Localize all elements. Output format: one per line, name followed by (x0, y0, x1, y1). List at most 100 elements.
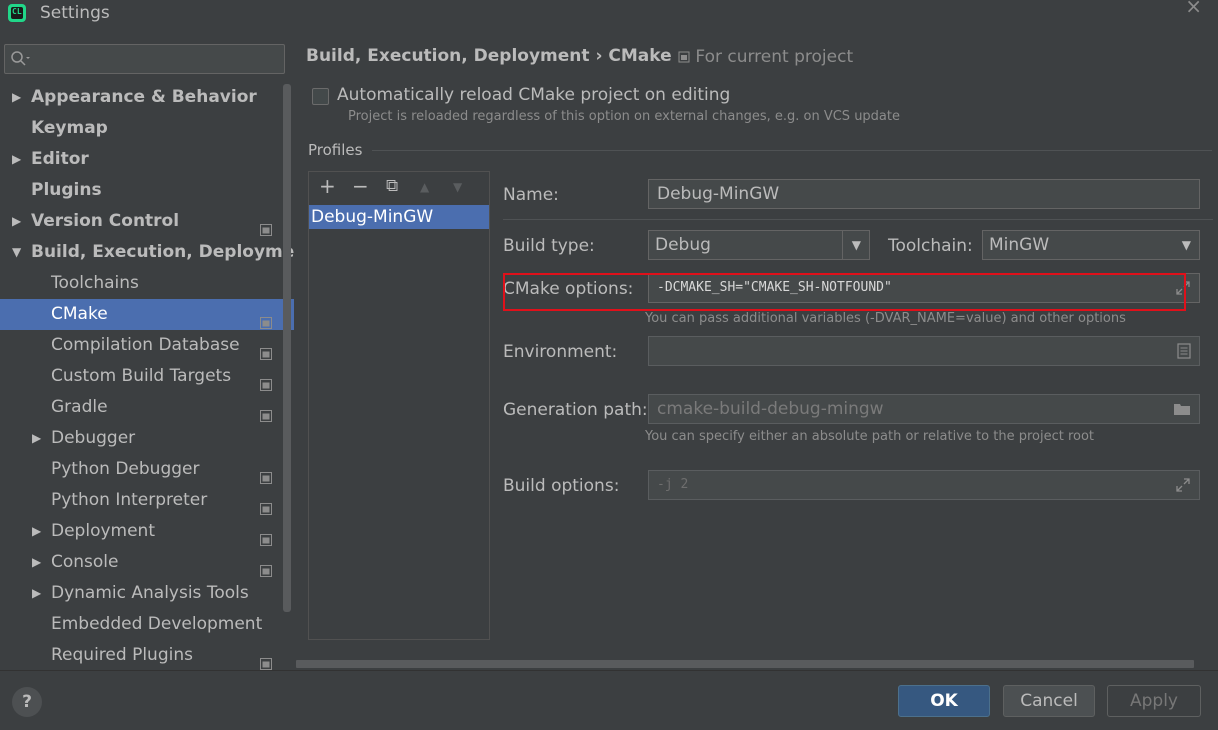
sidebar-item-editor[interactable]: ▶ Editor (0, 144, 282, 175)
auto-reload-hint: Project is reloaded regardless of this o… (348, 109, 900, 124)
sidebar-item-label: Deployment (51, 521, 155, 541)
sidebar-item-label: Version Control (31, 211, 180, 231)
sidebar-item-gradle[interactable]: Gradle (0, 392, 282, 423)
project-scope-icon (260, 526, 272, 546)
ok-button[interactable]: OK (898, 685, 990, 717)
project-scope-icon (260, 650, 272, 670)
cmake-options-highlight (503, 273, 1186, 311)
sidebar-item-custom-build-targets[interactable]: Custom Build Targets (0, 361, 282, 392)
build-options-value: -j 2 (657, 477, 689, 492)
sidebar-item-label: Required Plugins (51, 645, 193, 665)
project-scope-icon (260, 464, 272, 484)
sidebar-item-label: Dynamic Analysis Tools (51, 583, 249, 603)
sidebar-item-label: Custom Build Targets (51, 366, 232, 386)
generation-path-field[interactable]: cmake-build-debug-mingw (648, 394, 1200, 424)
sidebar-item-embedded-development[interactable]: Embedded Development (0, 609, 282, 640)
help-button[interactable]: ? (12, 687, 42, 717)
horizontal-scrollbar[interactable] (296, 660, 1194, 668)
sidebar-item-build-execution-deployment[interactable]: ▼ Build, Execution, Deployment (0, 237, 315, 268)
profiles-toolbar: + − ⧉ ▲ ▼ (309, 172, 489, 204)
chevron-right-icon[interactable]: ▶ (32, 547, 41, 578)
cancel-button[interactable]: Cancel (1003, 685, 1095, 717)
for-current-project: For current project (678, 47, 853, 67)
profile-item-debug-mingw[interactable]: Debug-MinGW (309, 205, 489, 229)
sidebar-item-python-interpreter[interactable]: Python Interpreter (0, 485, 282, 516)
profiles-list: + − ⧉ ▲ ▼ Debug-MinGW (308, 171, 490, 640)
for-current-project-label: For current project (695, 47, 854, 67)
sidebar-item-plugins[interactable]: Plugins (0, 175, 282, 206)
document-icon[interactable] (1177, 343, 1191, 359)
generation-path-value: cmake-build-debug-mingw (657, 399, 884, 419)
sidebar-item-appearance-behavior[interactable]: ▶ Appearance & Behavior (0, 82, 282, 113)
add-profile-button[interactable]: + (319, 174, 336, 198)
sidebar-item-dynamic-analysis-tools[interactable]: ▶ Dynamic Analysis Tools (0, 578, 282, 609)
name-label: Name: (503, 185, 559, 205)
sidebar-item-label: Console (51, 552, 119, 572)
copy-profile-button[interactable]: ⧉ (386, 176, 398, 196)
sidebar-item-label: Build, Execution, Deployment (31, 242, 315, 262)
generation-path-label: Generation path: (503, 400, 648, 420)
sidebar-item-label: Embedded Development (51, 614, 263, 634)
search-input[interactable] (4, 44, 285, 74)
auto-reload-label[interactable]: Automatically reload CMake project on ed… (337, 85, 730, 105)
search-icon (11, 51, 30, 66)
chevron-down-icon: ▼ (851, 238, 861, 252)
settings-sidebar: ▶ Appearance & Behavior Keymap ▶ Editor Plugi… (0, 36, 315, 671)
folder-icon[interactable] (1173, 401, 1191, 417)
sidebar-item-cmake[interactable]: CMake (0, 299, 294, 330)
environment-label: Environment: (503, 342, 618, 362)
toolchain-select[interactable]: MinGW ▼ (982, 230, 1200, 260)
toolchain-label: Toolchain: (888, 236, 973, 256)
cmake-options-hint: You can pass additional variables (-DVAR… (645, 311, 1126, 326)
build-type-label: Build type: (503, 236, 595, 256)
sidebar-item-keymap[interactable]: Keymap (0, 113, 282, 144)
settings-tree: ▶ Appearance & Behavior Keymap ▶ Editor Plugi… (0, 82, 315, 671)
auto-reload-checkbox[interactable] (312, 88, 329, 105)
project-scope-icon (260, 340, 272, 360)
move-down-button[interactable]: ▼ (453, 180, 462, 194)
move-up-button[interactable]: ▲ (420, 180, 429, 194)
dialog-buttons-bar: ? OK Cancel Apply (0, 670, 1218, 730)
expand-icon[interactable] (1175, 477, 1191, 493)
sidebar-item-required-plugins[interactable]: Required Plugins (0, 640, 282, 671)
breadcrumb: Build, Execution, Deployment › CMake (306, 46, 672, 66)
sidebar-item-python-debugger[interactable]: Python Debugger (0, 454, 282, 485)
chevron-right-icon[interactable]: ▶ (32, 516, 41, 547)
build-options-field[interactable]: -j 2 (648, 470, 1200, 500)
apply-button[interactable]: Apply (1107, 685, 1201, 717)
sidebar-item-label: Toolchains (51, 273, 139, 293)
chevron-right-icon[interactable]: ▶ (32, 578, 41, 609)
sidebar-item-toolchains[interactable]: Toolchains (0, 268, 282, 299)
sidebar-item-label: Compilation Database (51, 335, 240, 355)
chevron-right-icon[interactable]: ▶ (12, 82, 21, 113)
close-icon[interactable]: × (1185, 0, 1202, 18)
sidebar-scrollbar[interactable] (283, 84, 291, 612)
sidebar-item-label: Python Interpreter (51, 490, 208, 510)
chevron-right-icon[interactable]: ▶ (32, 423, 41, 454)
title-bar: CL Settings × (0, 0, 1218, 30)
chevron-right-icon[interactable]: ▶ (12, 206, 21, 237)
sidebar-item-label: Keymap (31, 118, 108, 138)
build-type-select[interactable]: Debug ▼ (648, 230, 870, 260)
project-scope-icon (260, 495, 272, 515)
project-scope-icon (260, 309, 272, 329)
sidebar-item-label: Plugins (31, 180, 102, 200)
sidebar-item-debugger[interactable]: ▶ Debugger (0, 423, 282, 454)
sidebar-item-label: Gradle (51, 397, 108, 417)
cmake-settings-panel: Build, Execution, Deployment › CMake For… (294, 36, 1218, 670)
sidebar-item-label: Python Debugger (51, 459, 200, 479)
sidebar-item-label: Appearance & Behavior (31, 87, 257, 107)
sidebar-item-console[interactable]: ▶ Console (0, 547, 282, 578)
chevron-right-icon[interactable]: ▶ (12, 144, 21, 175)
remove-profile-button[interactable]: − (352, 174, 369, 198)
name-field[interactable]: Debug-MinGW (648, 179, 1200, 209)
build-type-divider (842, 231, 843, 259)
sidebar-item-compilation-database[interactable]: Compilation Database (0, 330, 282, 361)
chevron-down-icon[interactable]: ▼ (12, 237, 21, 268)
sidebar-item-version-control[interactable]: ▶ Version Control (0, 206, 282, 237)
clion-logo-icon: CL (8, 4, 26, 22)
environment-field[interactable] (648, 336, 1200, 366)
project-scope-icon (260, 402, 272, 422)
project-scope-icon (260, 216, 272, 236)
sidebar-item-deployment[interactable]: ▶ Deployment (0, 516, 282, 547)
